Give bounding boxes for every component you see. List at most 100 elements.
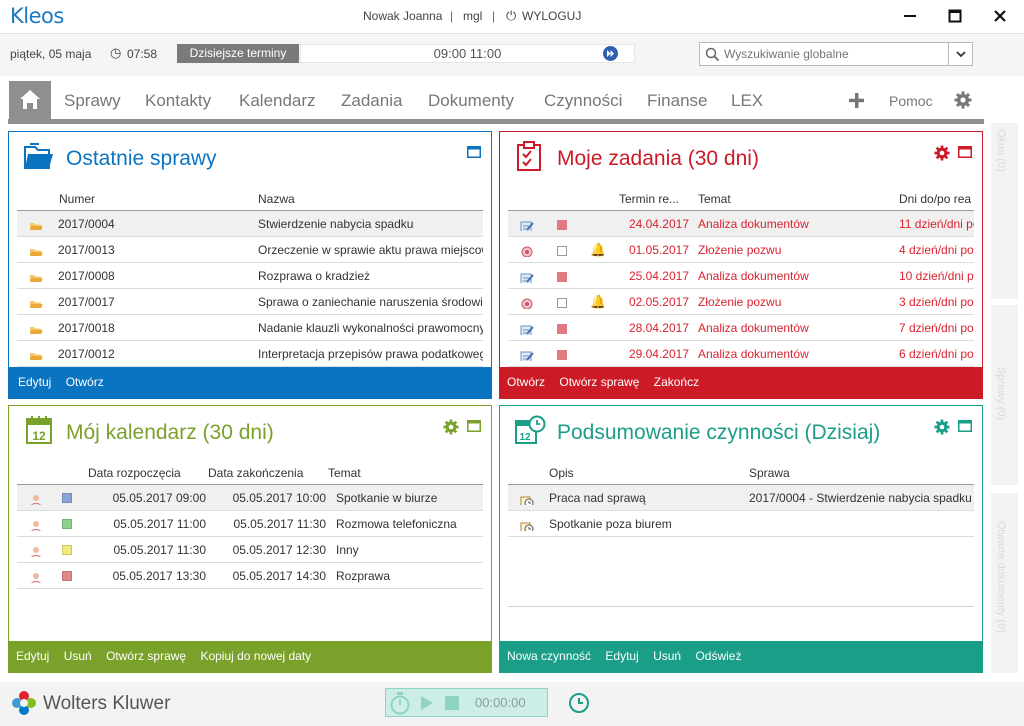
column-header-description[interactable]: Opis bbox=[549, 466, 574, 480]
maximize-panel-icon[interactable] bbox=[958, 420, 972, 432]
table-row[interactable]: 2017/0013 Orzeczenie w sprawie aktu prawa… bbox=[17, 237, 483, 263]
play-icon[interactable] bbox=[420, 695, 434, 711]
side-tab-label: Otwarte dokumenty (0) bbox=[995, 521, 1007, 633]
edit-button[interactable]: Edytuj bbox=[18, 375, 51, 389]
panel-footer: Otwórz Otwórz sprawę Zakończ bbox=[500, 367, 982, 398]
task-topic: Analiza dokumentów bbox=[698, 269, 809, 283]
nav-kontakty[interactable]: Kontakty bbox=[145, 91, 211, 111]
maximize-button[interactable] bbox=[940, 4, 970, 28]
column-header-deadline[interactable]: Termin re... bbox=[619, 192, 679, 206]
app-logo: Kleos bbox=[10, 4, 64, 28]
search-input[interactable] bbox=[724, 46, 944, 62]
table-row[interactable]: Spotkanie poza biurem bbox=[508, 511, 974, 537]
table-row[interactable]: 05.05.2017 09:00 05.05.2017 10:00 Spotkani… bbox=[17, 485, 483, 511]
edit-button[interactable]: Edytuj bbox=[605, 649, 638, 663]
my-calendar-panel: 12 Mój kalendarz (30 dni) Data rozpoczęc… bbox=[8, 405, 492, 673]
table-row[interactable]: Praca nad sprawą 2017/0004 - Stwierdzenie… bbox=[508, 485, 974, 511]
calendar-clock-icon: 12 bbox=[515, 415, 546, 444]
calendar-icon: 12 bbox=[26, 416, 52, 444]
nav-dokumenty[interactable]: Dokumenty bbox=[428, 91, 514, 111]
nav-sprawy[interactable]: Sprawy bbox=[64, 91, 121, 111]
table-row[interactable]: 28.04.2017 Analiza dokumentów 7 dzień/dni … bbox=[508, 315, 974, 341]
complete-button[interactable]: Zakończ bbox=[654, 375, 699, 389]
column-header-start[interactable]: Data rozpoczęcia bbox=[88, 466, 181, 480]
table-row[interactable]: 05.05.2017 11:30 05.05.2017 12:30 Inny bbox=[17, 537, 483, 563]
column-header-topic[interactable]: Temat bbox=[698, 192, 731, 206]
home-button[interactable] bbox=[9, 81, 51, 119]
maximize-panel-icon[interactable] bbox=[958, 146, 972, 158]
event-topic: Rozmowa telefoniczna bbox=[336, 517, 457, 531]
settings-button[interactable] bbox=[954, 91, 972, 112]
open-button[interactable]: Otwórz bbox=[507, 375, 545, 389]
maximize-panel-icon[interactable] bbox=[467, 146, 481, 158]
search-dropdown-button[interactable] bbox=[948, 43, 972, 65]
side-tab-open-documents[interactable]: Otwarte dokumenty (0) bbox=[991, 493, 1018, 673]
table-row[interactable]: 05.05.2017 11:00 05.05.2017 11:30 Rozmowa … bbox=[17, 511, 483, 537]
maximize-panel-icon[interactable] bbox=[467, 420, 481, 432]
table-row[interactable]: 29.04.2017 Analiza dokumentów 6 dzień/dni … bbox=[508, 341, 974, 367]
help-link[interactable]: Pomoc bbox=[889, 93, 933, 109]
gear-icon[interactable] bbox=[443, 419, 459, 435]
add-button[interactable] bbox=[848, 92, 865, 112]
open-case-button[interactable]: Otwórz sprawę bbox=[106, 649, 186, 663]
nav-zadania[interactable]: Zadania bbox=[341, 91, 402, 111]
task-days-overdue: 10 dzień/dni po bbox=[899, 269, 974, 283]
task-topic: Analiza dokumentów bbox=[698, 217, 809, 231]
column-header-topic[interactable]: Temat bbox=[328, 466, 361, 480]
table-row[interactable]: 2017/0012 Interpretacja przepisów prawa p… bbox=[17, 341, 483, 367]
open-button[interactable]: Otwórz bbox=[66, 375, 104, 389]
table-row[interactable]: 25.04.2017 Analiza dokumentów 10 dzień/dni… bbox=[508, 263, 974, 289]
table-row[interactable]: 2017/0018 Nadanie klauzli wykonalności pr… bbox=[17, 315, 483, 341]
gear-icon[interactable] bbox=[934, 419, 950, 435]
column-header-end[interactable]: Data zakończenia bbox=[208, 466, 303, 480]
table-row[interactable]: 05.05.2017 13:30 05.05.2017 14:30 Rozprawa bbox=[17, 563, 483, 589]
close-button[interactable] bbox=[985, 4, 1015, 28]
table-row[interactable]: 24.04.2017 Analiza dokumentów 11 dzień/dni… bbox=[508, 211, 974, 237]
event-end: 05.05.2017 14:30 bbox=[232, 569, 326, 583]
nav-czynnosci[interactable]: Czynności bbox=[544, 91, 622, 111]
side-tab-windows[interactable]: Okna (0) bbox=[991, 123, 1018, 299]
delete-button[interactable]: Usuń bbox=[653, 649, 681, 663]
stopwatch-icon[interactable] bbox=[389, 691, 411, 715]
global-search[interactable] bbox=[699, 42, 973, 66]
case-number: 2017/0018 bbox=[58, 321, 115, 335]
event-start: 05.05.2017 11:30 bbox=[113, 543, 206, 557]
priority-marker bbox=[557, 324, 567, 334]
new-activity-button[interactable]: Nowa czynność bbox=[507, 649, 591, 663]
stop-icon[interactable] bbox=[445, 696, 459, 710]
table-row[interactable]: 🔔 01.05.2017 Złożenie pozwu 4 dzień/dni po bbox=[508, 237, 974, 263]
nav-lex[interactable]: LEX bbox=[731, 91, 763, 111]
folder-icon bbox=[29, 243, 43, 256]
category-color bbox=[62, 493, 72, 503]
nav-kalendarz[interactable]: Kalendarz bbox=[239, 91, 316, 111]
logout-link[interactable]: WYLOGUJ bbox=[522, 9, 581, 23]
table-row[interactable]: 2017/0017 Sprawa o zaniechanie naruszenia… bbox=[17, 289, 483, 315]
minimize-button[interactable] bbox=[895, 4, 925, 28]
task-deadline: 24.04.2017 bbox=[628, 217, 689, 231]
column-header-number[interactable]: Numer bbox=[59, 192, 95, 206]
edit-button[interactable]: Edytuj bbox=[16, 649, 49, 663]
table-row[interactable]: 🔔 02.05.2017 Złożenie pozwu 3 dzień/dni po bbox=[508, 289, 974, 315]
case-number: 2017/0017 bbox=[58, 295, 115, 309]
open-case-button[interactable]: Otwórz sprawę bbox=[559, 375, 639, 389]
table-row[interactable]: 2017/0008 Rozprawa o kradzież bbox=[17, 263, 483, 289]
timer-display: 00:00:00 bbox=[475, 695, 526, 710]
side-tab-cases[interactable]: Sprawy (0) bbox=[991, 305, 1018, 485]
column-header-name[interactable]: Nazwa bbox=[258, 192, 295, 206]
today-terms-button[interactable]: Dzisiejsze terminy bbox=[177, 44, 299, 63]
column-header-days[interactable]: Dni do/po rea bbox=[899, 192, 973, 206]
table-row[interactable]: 2017/0004 Stwierdzenie nabycia spadku bbox=[17, 211, 483, 237]
nav-finanse[interactable]: Finanse bbox=[647, 91, 707, 111]
copy-to-new-date-button[interactable]: Kopiuj do nowej daty bbox=[200, 649, 311, 663]
gear-icon[interactable] bbox=[934, 145, 950, 161]
delete-button[interactable]: Usuń bbox=[64, 649, 92, 663]
power-icon[interactable]: ⏻ bbox=[506, 8, 516, 24]
activity-description: Spotkanie poza biurem bbox=[549, 517, 672, 531]
plus-icon bbox=[849, 93, 864, 108]
panel-title: Mój kalendarz (30 dni) bbox=[66, 421, 274, 444]
timeline-bar[interactable]: 09:00 11:00 bbox=[300, 44, 635, 63]
column-header-case[interactable]: Sprawa bbox=[749, 466, 790, 480]
timeline-forward-icon[interactable] bbox=[603, 46, 618, 61]
refresh-button[interactable]: Odśwież bbox=[695, 649, 741, 663]
clock-icon[interactable] bbox=[568, 692, 590, 714]
